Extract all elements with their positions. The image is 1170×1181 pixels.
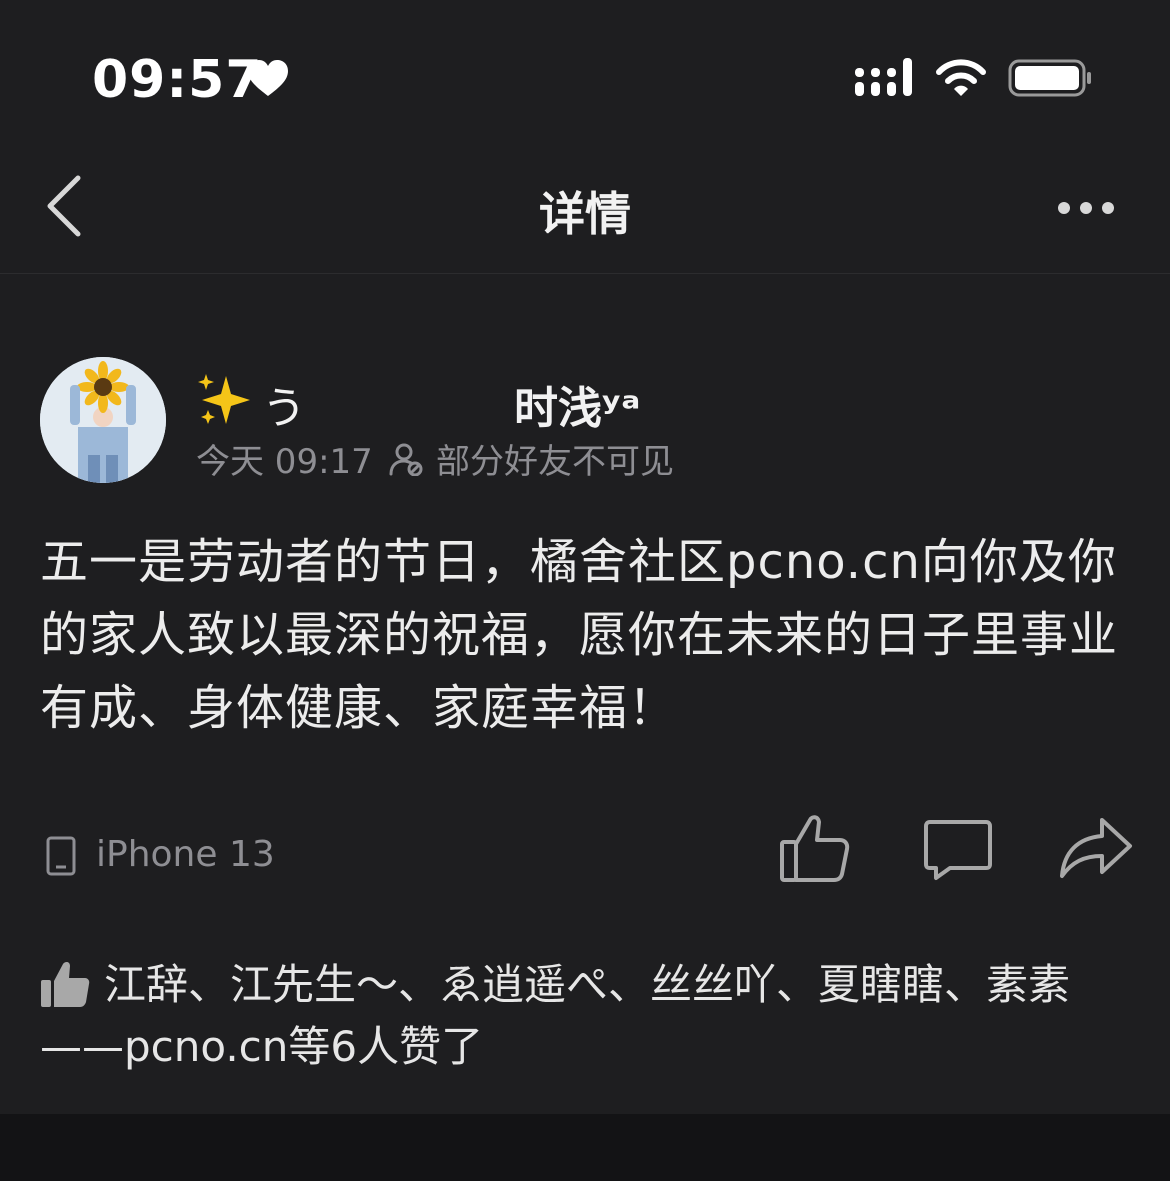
battery-icon [1008, 59, 1091, 97]
screen: 09:57 详情 う 时浅ʸᵃ 今天 09:17 部分好友不可见 五一是劳动者的… [0, 0, 1170, 1181]
device-label: iPhone 13 [96, 834, 275, 875]
phone-icon [46, 836, 76, 876]
page-title: 详情 [539, 187, 631, 241]
post-body: 五一是劳动者的节日，橘舍社区pcno.cn向你及你的家人致以最深的祝福，愿你在未… [40, 534, 1119, 736]
sparkles-icon [198, 374, 250, 424]
avatar[interactable] [40, 357, 166, 483]
author-name-text: 时浅ʸᵃ [514, 383, 641, 434]
share-icon[interactable] [1058, 814, 1134, 882]
person-visibility-icon [389, 443, 423, 476]
post-time: 今天 09:17 [196, 442, 373, 482]
comment-icon[interactable] [922, 818, 994, 882]
avatar-image [40, 357, 166, 483]
likes-list[interactable]: 江辞、江先生～、ゑ逍遥ぺ、丝丝吖、夏瞎瞎、素素——pcno.cn等6人赞了 [40, 954, 1130, 1078]
more-dots-icon[interactable] [1052, 190, 1120, 226]
nav-bar: 详情 [0, 150, 1170, 274]
visibility-label: 部分好友不可见 [436, 442, 674, 482]
like-icon[interactable] [778, 812, 850, 884]
signal-icon [855, 58, 912, 96]
author-name[interactable]: う 时浅ʸᵃ [196, 370, 716, 434]
bottom-bar [0, 1114, 1170, 1181]
heart-icon [248, 60, 288, 96]
wifi-icon [936, 59, 986, 96]
status-time: 09:57 [92, 50, 263, 110]
status-bar: 09:57 [0, 0, 1170, 150]
author-name-prefix: う [262, 383, 306, 434]
